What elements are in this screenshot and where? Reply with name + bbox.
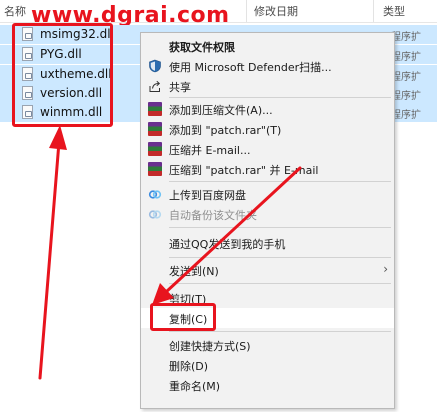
annotation-arrows	[38, 125, 302, 380]
